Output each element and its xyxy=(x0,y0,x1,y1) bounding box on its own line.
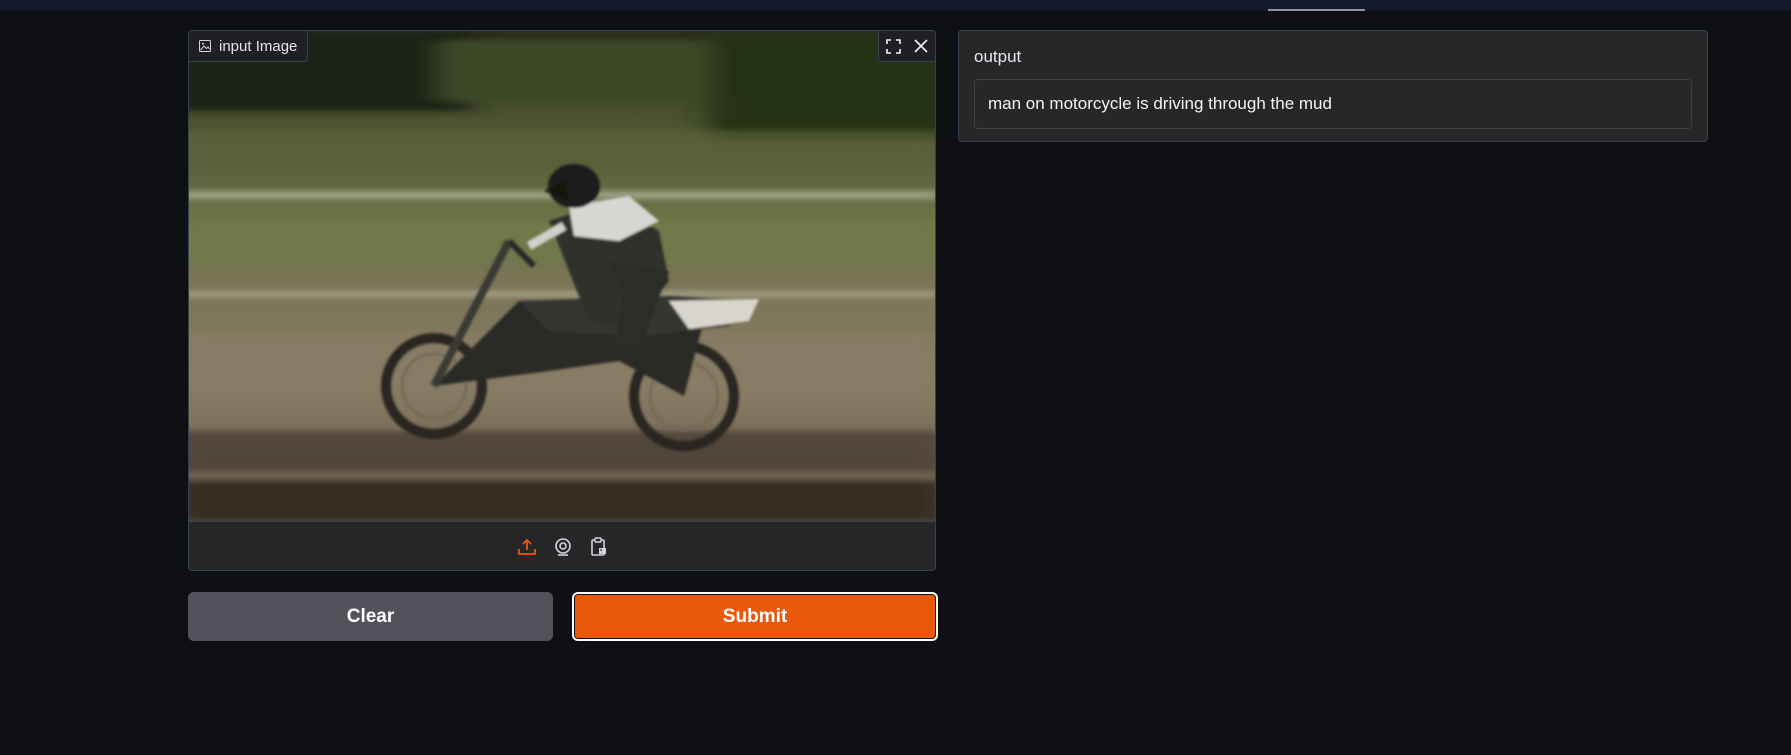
clear-button[interactable]: Clear xyxy=(188,592,553,641)
image-icon xyxy=(199,40,211,52)
submit-button[interactable]: Submit xyxy=(572,592,938,641)
output-panel: output man on motorcycle is driving thro… xyxy=(958,30,1708,142)
webcam-icon[interactable] xyxy=(552,536,574,558)
output-label: output xyxy=(974,47,1022,66)
image-input-label: input Image xyxy=(189,31,309,62)
image-actions xyxy=(878,31,935,62)
uploaded-image xyxy=(189,31,935,521)
image-input-panel: input Image xyxy=(188,30,936,571)
output-textbox[interactable]: man on motorcycle is driving through the… xyxy=(974,79,1692,129)
top-navigation-bar xyxy=(0,0,1791,11)
active-tab-indicator xyxy=(1268,9,1365,11)
image-input-label-text: input Image xyxy=(219,37,298,55)
image-source-selector xyxy=(189,521,935,570)
clipboard-icon[interactable] xyxy=(588,536,610,558)
upload-icon[interactable] xyxy=(516,536,538,558)
close-icon[interactable] xyxy=(907,31,935,61)
fullscreen-icon[interactable] xyxy=(879,31,907,61)
